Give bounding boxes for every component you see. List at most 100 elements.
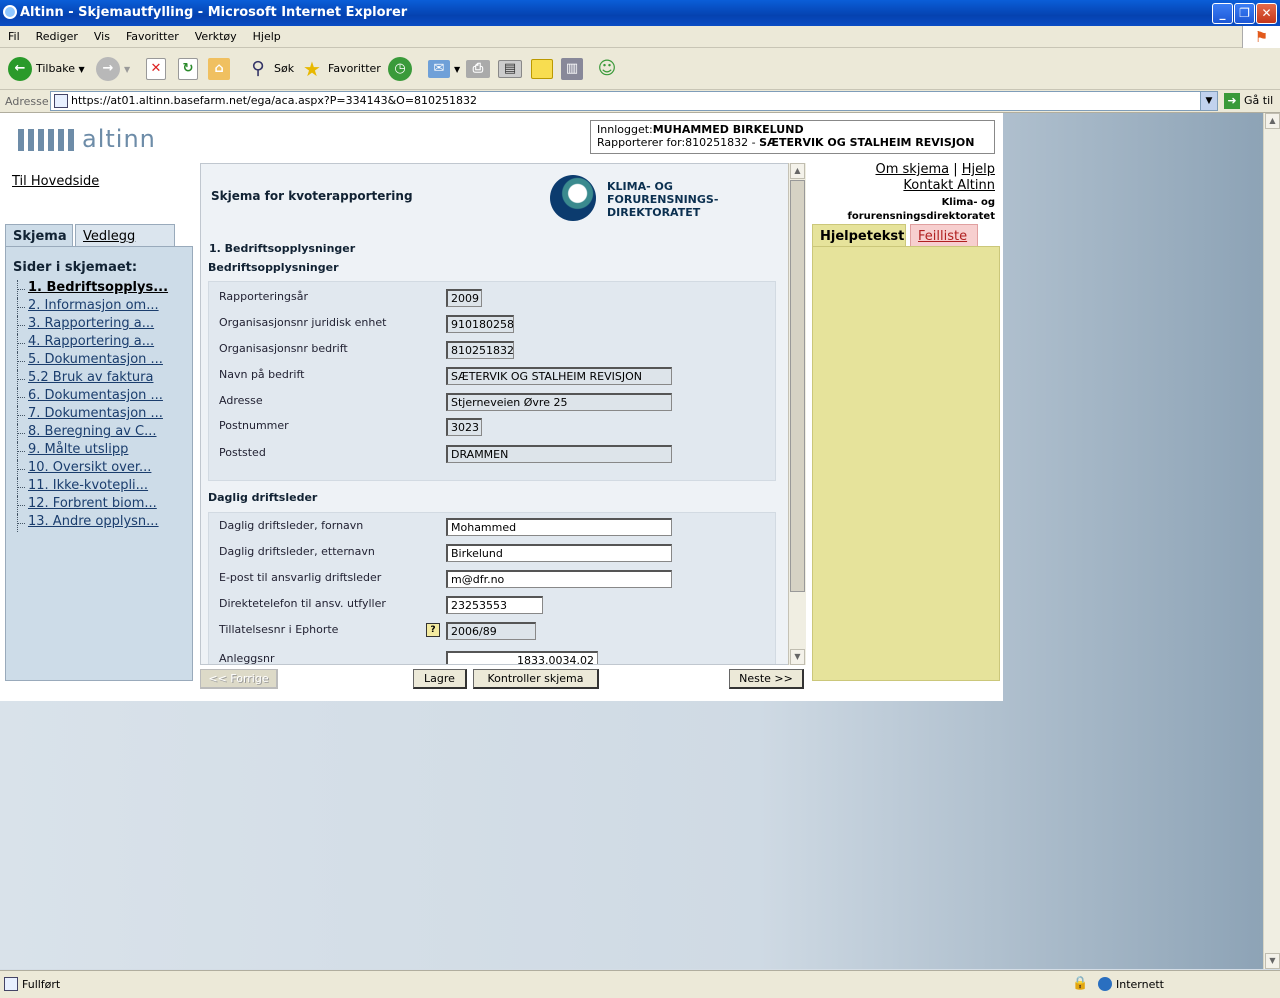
scroll-down-icon[interactable]: ▼ [790,649,805,665]
nav-page-8[interactable]: 8. Beregning av C... [13,424,192,442]
minimize-button[interactable]: _ [1212,3,1233,24]
star-icon: ★ [303,57,321,81]
nav-page-3[interactable]: 3. Rapportering a... [13,316,192,334]
lock-icon: 🔒 [1072,976,1089,991]
edit-button[interactable]: ▤ [498,55,526,83]
scroll-thumb[interactable] [790,180,805,592]
nav-page-6[interactable]: 6. Dokumentasjon ... [13,388,192,406]
address-field: Stjerneveien Øvre 25 [446,393,672,411]
agency-logo: KLIMA- OG FORURENSNINGS- DIREKTORATET [550,174,730,222]
forward-button[interactable]: → ▼ [96,55,130,83]
tab-error-list[interactable]: Feilliste [910,224,978,248]
refresh-button[interactable]: ↻ [178,55,202,83]
print-button[interactable]: ⎙ [466,55,494,83]
tab-vedlegg[interactable]: Vedlegg [75,224,175,248]
previous-button[interactable]: << Forrige [200,669,278,689]
research-icon: ▥ [561,58,583,80]
manager-email-input[interactable]: m@dfr.no [446,570,672,588]
altinn-logo: altinn [18,125,156,153]
home-link[interactable]: Til Hovedside [12,174,99,189]
nav-page-11[interactable]: 11. Ikke-kvotepli... [13,478,192,496]
printer-icon: ⎙ [466,60,490,78]
menu-tools[interactable]: Verktøy [187,26,245,43]
company-name-field: SÆTERVIK OG STALHEIM REVISJON [446,367,672,385]
postal-place-field: DRAMMEN [446,445,672,463]
maximize-button[interactable]: ❐ [1234,3,1255,24]
tab-skjema[interactable]: Skjema [5,224,73,248]
favorites-button[interactable]: ★ Favoritter [300,55,381,83]
section2-title: Daglig driftsleder [208,491,318,504]
about-form-link[interactable]: Om skjema [876,162,950,177]
menu-help[interactable]: Hjelp [245,26,289,43]
page-viewport: altinn Innlogget:MUHAMMED BIRKELUND Rapp… [0,113,1263,969]
page-scrollbar[interactable]: ▲ ▼ [1263,113,1280,969]
facility-number-input[interactable]: 1833.0034.02 [446,651,598,664]
manager-fields: Daglig driftsleder, fornavn Mohammed Dag… [208,512,776,664]
home-button[interactable]: ⌂ [208,55,234,83]
login-info: Innlogget:MUHAMMED BIRKELUND Rapporterer… [590,120,995,154]
discuss-button[interactable] [531,55,557,83]
page-done-icon [4,977,18,991]
page-scroll-down-icon[interactable]: ▼ [1265,953,1280,969]
nav-page-9[interactable]: 9. Målte utslipp [13,442,192,460]
page-scroll-up-icon[interactable]: ▲ [1265,113,1280,129]
go-button[interactable]: ➜ Gå til [1224,92,1273,110]
postal-code-field: 3023 [446,418,482,436]
history-icon: ◷ [388,57,412,81]
nav-page-12[interactable]: 12. Forbrent biom... [13,496,192,514]
browser-toolbar: ← Tilbake ▼ → ▼ ✕ ↻ ⌂ ⚲ Søk ★ Favoritter ◷ ✉… [0,48,1280,90]
nav-page-5[interactable]: 5. Dokumentasjon ... [13,352,192,370]
address-input[interactable]: https://at01.altinn.basefarm.net/ega/aca… [50,91,1218,111]
search-button[interactable]: ⚲ Søk [246,55,294,83]
nav-page-7[interactable]: 7. Dokumentasjon ... [13,406,192,424]
back-button[interactable]: ← Tilbake ▼ [8,55,85,83]
help-link[interactable]: Hjelp [962,162,995,177]
form-page-nav: Sider i skjemaet: 1. Bedriftsopplys... 2… [5,246,193,681]
next-button[interactable]: Neste >> [729,669,804,689]
window-titlebar: Altinn - Skjemautfylling - Microsoft Int… [0,0,1280,26]
nav-page-5-2[interactable]: 5.2 Bruk av faktura [13,370,192,388]
scroll-up-icon[interactable]: ▲ [790,163,805,179]
research-button[interactable]: ▥ [561,55,587,83]
home-icon: ⌂ [208,58,230,80]
help-icon[interactable]: ? [426,623,440,637]
manager-firstname-input[interactable]: Mohammed [446,518,672,536]
direct-phone-input[interactable]: 23253553 [446,596,543,614]
validate-form-button[interactable]: Kontroller skjema [473,669,599,689]
manager-lastname-input[interactable]: Birkelund [446,544,672,562]
address-dropdown-icon[interactable]: ▼ [1200,91,1218,111]
forward-arrow-icon: → [96,57,120,81]
contact-altinn-link[interactable]: Kontakt Altinn [903,178,995,193]
windows-logo-icon: ⚑ [1242,26,1280,48]
company-orgnr-field: 810251832 [446,341,514,359]
stop-button[interactable]: ✕ [146,55,170,83]
go-arrow-icon: ➜ [1224,93,1240,109]
close-button[interactable]: ✕ [1256,3,1277,24]
mail-button[interactable]: ✉ ▼ [428,55,460,83]
nav-page-4[interactable]: 4. Rapportering a... [13,334,192,352]
globe-icon [1098,977,1112,991]
nav-page-2[interactable]: 2. Informasjon om... [13,298,192,316]
menu-bar: Fil Rediger Vis Favoritter Verktøy Hjelp ⚑ [0,26,1280,48]
menu-view[interactable]: Vis [86,26,118,43]
edit-icon: ▤ [498,60,522,78]
note-icon [531,59,553,79]
menu-edit[interactable]: Rediger [28,26,86,43]
tab-help-text[interactable]: Hjelpetekst [812,224,906,248]
permit-number-field: 2006/89 [446,622,536,640]
back-arrow-icon: ← [8,57,32,81]
nav-page-13[interactable]: 13. Andre opplysn... [13,514,192,532]
history-button[interactable]: ◷ [388,55,416,83]
status-bar: Fullført 🔒 Internett [0,970,1280,998]
search-icon: ⚲ [251,58,265,79]
menu-file[interactable]: Fil [0,26,28,43]
save-button[interactable]: Lagre [413,669,467,689]
help-text-panel [812,246,1000,681]
nav-page-10[interactable]: 10. Oversikt over... [13,460,192,478]
menu-favorites[interactable]: Favoritter [118,26,187,43]
status-text: Fullført [22,978,61,991]
form-scrollbar[interactable]: ▲ ▼ [788,163,806,665]
messenger-button[interactable]: ☺ [595,55,623,83]
mail-icon: ✉ [428,60,450,78]
nav-page-1[interactable]: 1. Bedriftsopplys... [13,280,192,298]
